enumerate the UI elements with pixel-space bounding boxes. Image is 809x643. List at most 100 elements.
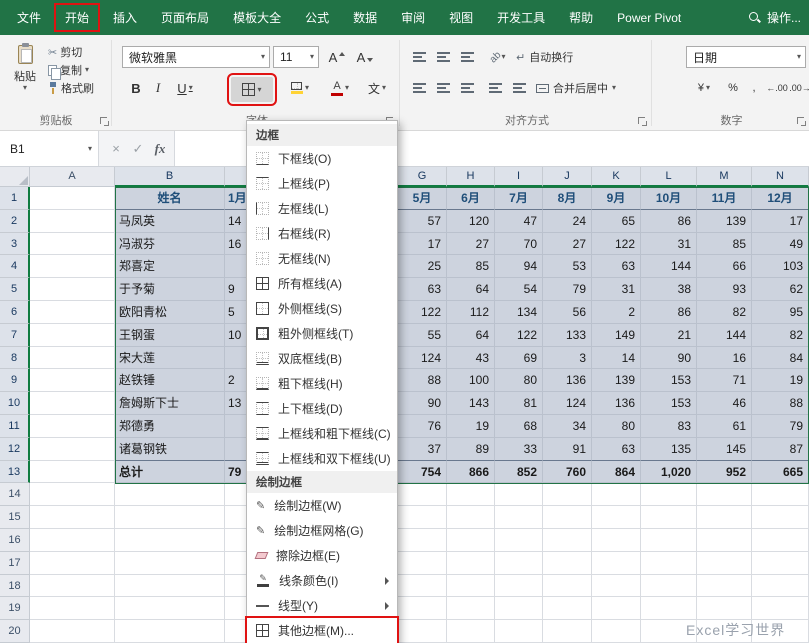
cell-A2[interactable] [30, 209, 115, 233]
cell-B11[interactable]: 郑德勇 [115, 414, 225, 438]
cell-L4[interactable]: 144 [641, 255, 697, 279]
cell-M18[interactable] [697, 574, 752, 598]
cell-L14[interactable] [641, 483, 697, 507]
cell-B4[interactable]: 郑喜定 [115, 255, 225, 279]
cell-K11[interactable]: 80 [592, 414, 641, 438]
cell-A3[interactable] [30, 232, 115, 256]
row-header-14[interactable]: 14 [0, 483, 30, 507]
tab-insert[interactable]: 插入 [102, 3, 148, 32]
cell-G1[interactable]: 5月 [398, 187, 447, 210]
menu-item-more-borders[interactable]: 其他边框(M)... [245, 616, 399, 643]
cell-B20[interactable] [115, 620, 225, 643]
cell-B14[interactable] [115, 483, 225, 507]
font-color-button[interactable]: A ▾ [322, 77, 358, 99]
cell-G12[interactable]: 37 [398, 437, 447, 461]
increase-font-size-button[interactable]: A [324, 46, 350, 68]
cell-H13[interactable]: 866 [447, 460, 495, 484]
paste-button[interactable]: 粘贴 ▾ [6, 43, 44, 107]
cell-N19[interactable] [752, 597, 809, 621]
row-header-18[interactable]: 18 [0, 574, 30, 598]
cell-H18[interactable] [447, 574, 495, 598]
cell-K2[interactable]: 65 [592, 209, 641, 233]
cell-I15[interactable] [495, 506, 543, 529]
cell-N8[interactable]: 84 [752, 346, 809, 370]
menu-item-border-thick-outside[interactable]: 粗外侧框线(T) [247, 321, 397, 346]
cell-H16[interactable] [447, 528, 495, 552]
cell-L3[interactable]: 31 [641, 232, 697, 256]
cell-J4[interactable]: 53 [543, 255, 592, 279]
cell-H15[interactable] [447, 506, 495, 529]
cell-L10[interactable]: 153 [641, 392, 697, 415]
cell-M17[interactable] [697, 551, 752, 575]
cell-J2[interactable]: 24 [543, 209, 592, 233]
column-header-G[interactable]: G [398, 167, 447, 187]
cell-A17[interactable] [30, 551, 115, 575]
align-center-button[interactable] [432, 77, 454, 99]
cell-H4[interactable]: 85 [447, 255, 495, 279]
cell-A12[interactable] [30, 437, 115, 461]
cell-M9[interactable]: 71 [697, 369, 752, 393]
row-header-6[interactable]: 6 [0, 300, 30, 324]
cell-K13[interactable]: 864 [592, 460, 641, 484]
cell-H12[interactable]: 89 [447, 437, 495, 461]
row-header-4[interactable]: 4 [0, 255, 30, 279]
cell-J16[interactable] [543, 528, 592, 552]
cell-K17[interactable] [592, 551, 641, 575]
cell-L9[interactable]: 153 [641, 369, 697, 393]
align-left-button[interactable] [408, 77, 430, 99]
cell-K9[interactable]: 139 [592, 369, 641, 393]
cell-A16[interactable] [30, 528, 115, 552]
menu-item-border-bottom[interactable]: 下框线(O) [247, 146, 397, 171]
cell-G8[interactable]: 124 [398, 346, 447, 370]
cell-H6[interactable]: 112 [447, 300, 495, 324]
cell-L11[interactable]: 83 [641, 414, 697, 438]
cell-K10[interactable]: 136 [592, 392, 641, 415]
cell-A15[interactable] [30, 506, 115, 529]
cell-K3[interactable]: 122 [592, 232, 641, 256]
orientation-button[interactable]: ab ▾ [484, 46, 512, 68]
cell-A13[interactable] [30, 460, 115, 484]
format-painter-button[interactable]: 格式刷 [46, 79, 96, 97]
cell-I3[interactable]: 70 [495, 232, 543, 256]
cell-I12[interactable]: 33 [495, 437, 543, 461]
column-header-K[interactable]: K [592, 167, 641, 187]
cell-M5[interactable]: 93 [697, 278, 752, 301]
cell-N15[interactable] [752, 506, 809, 529]
decrease-decimal-button[interactable]: .00→ [789, 77, 809, 99]
cell-G20[interactable] [398, 620, 447, 643]
cell-M8[interactable]: 16 [697, 346, 752, 370]
cell-N16[interactable] [752, 528, 809, 552]
cell-K4[interactable]: 63 [592, 255, 641, 279]
fill-color-button[interactable]: ▾ [282, 77, 318, 99]
row-header-11[interactable]: 11 [0, 414, 30, 438]
merge-center-button[interactable]: 合并后居中 ▾ [536, 77, 616, 99]
number-dialog-launcher-icon[interactable] [796, 116, 807, 127]
tab-template-gallery[interactable]: 模板大全 [222, 3, 292, 32]
cell-N18[interactable] [752, 574, 809, 598]
cell-B13[interactable]: 总计 [115, 460, 225, 484]
cell-H17[interactable] [447, 551, 495, 575]
column-header-L[interactable]: L [641, 167, 697, 187]
cell-B5[interactable]: 于予菊 [115, 278, 225, 301]
cell-A8[interactable] [30, 346, 115, 370]
cell-G18[interactable] [398, 574, 447, 598]
cell-G16[interactable] [398, 528, 447, 552]
decrease-font-size-button[interactable]: A [352, 46, 378, 68]
cell-M2[interactable]: 139 [697, 209, 752, 233]
cell-I20[interactable] [495, 620, 543, 643]
cell-N7[interactable]: 82 [752, 323, 809, 347]
menu-item-line-style[interactable]: 线型(Y) [247, 593, 397, 618]
row-header-3[interactable]: 3 [0, 232, 30, 256]
cell-H10[interactable]: 143 [447, 392, 495, 415]
align-top-button[interactable] [408, 46, 430, 68]
tab-home[interactable]: 开始 [54, 3, 101, 32]
align-bottom-button[interactable] [456, 46, 478, 68]
cell-H19[interactable] [447, 597, 495, 621]
cell-B7[interactable]: 王钢蛋 [115, 323, 225, 347]
cell-B16[interactable] [115, 528, 225, 552]
column-header-J[interactable]: J [543, 167, 592, 187]
cell-I8[interactable]: 69 [495, 346, 543, 370]
column-header-H[interactable]: H [447, 167, 495, 187]
menu-item-border-outside[interactable]: 外侧框线(S) [247, 296, 397, 321]
cell-M12[interactable]: 145 [697, 437, 752, 461]
